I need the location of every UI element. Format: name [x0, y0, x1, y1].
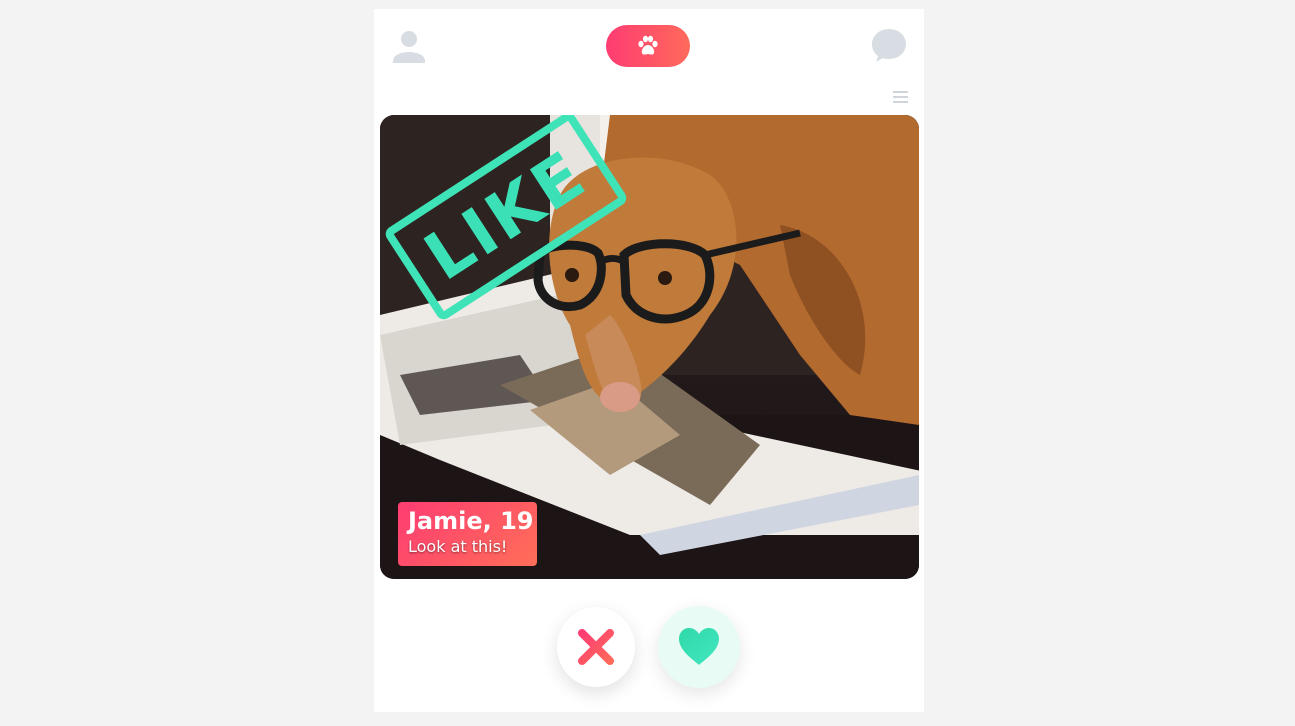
profile-card[interactable]: LIKE Jamie, 19 Look at this! [380, 115, 919, 579]
paw-icon [638, 35, 658, 55]
profile-button[interactable] [389, 27, 429, 67]
discover-tab-button[interactable] [606, 25, 690, 67]
cross-icon [578, 629, 614, 665]
hamburger-menu-icon [893, 91, 908, 103]
like-button[interactable] [658, 606, 740, 688]
nope-button[interactable] [557, 607, 635, 687]
messages-button[interactable] [871, 27, 907, 63]
menu-button[interactable] [893, 89, 909, 103]
profile-name-age: Jamie, 19 [408, 507, 534, 535]
heart-icon [679, 628, 719, 665]
profile-caption: Look at this! [408, 537, 508, 556]
person-icon [393, 31, 425, 63]
app-container: LIKE Jamie, 19 Look at this! [374, 9, 924, 712]
profile-info-badge: Jamie, 19 Look at this! [398, 502, 537, 566]
chat-bubble-icon [872, 29, 906, 62]
